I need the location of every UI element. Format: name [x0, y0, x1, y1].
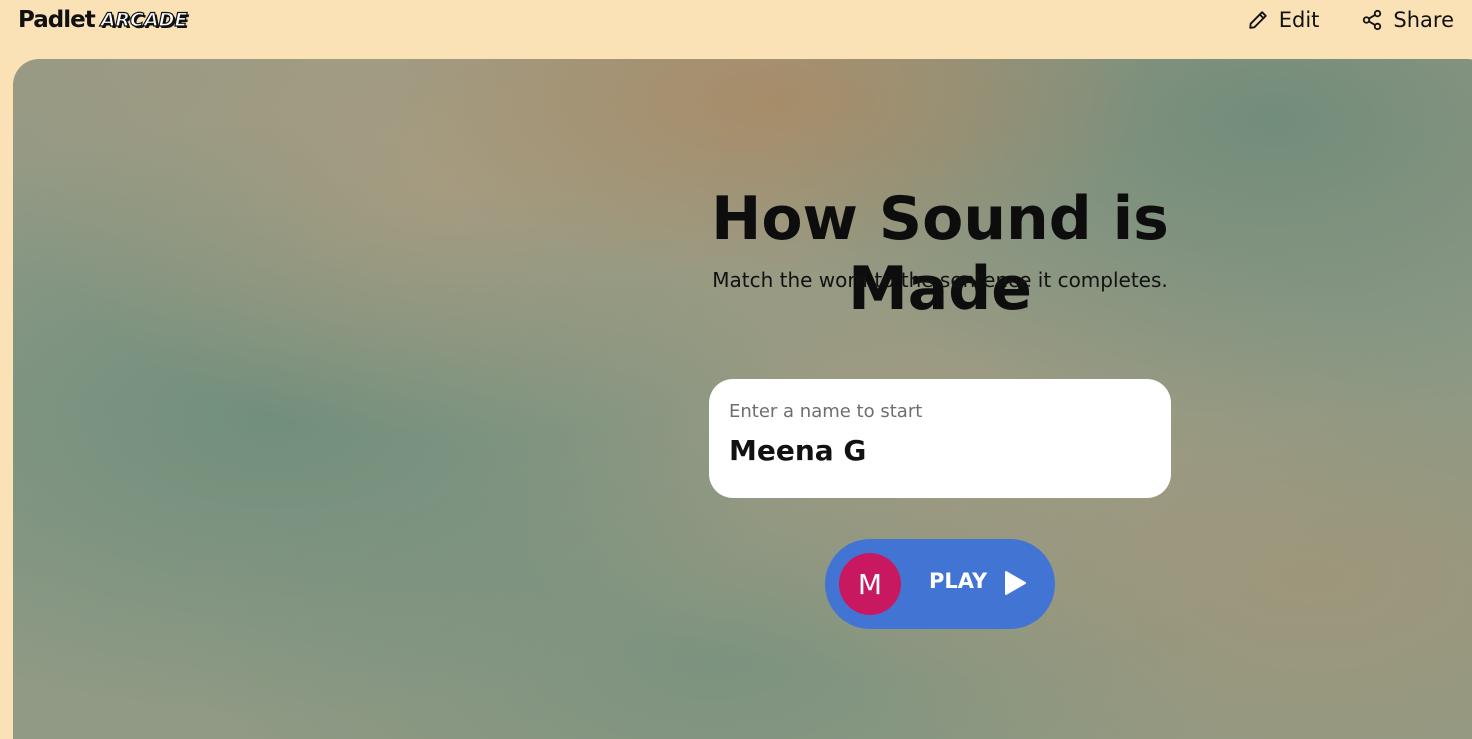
header-actions: Edit Share [1247, 5, 1454, 35]
top-bar: Padlet ARCADE Edit Share [0, 0, 1472, 58]
name-entry-card[interactable]: Enter a name to start [709, 379, 1171, 498]
name-input[interactable] [729, 434, 1151, 467]
share-button[interactable]: Share [1361, 8, 1454, 32]
logo-padlet-text: Padlet [18, 7, 96, 33]
game-title: How Sound is Made [711, 184, 1169, 324]
pencil-icon [1247, 9, 1269, 31]
edit-button[interactable]: Edit [1247, 8, 1320, 32]
logo-arcade-badge: ARCADE [100, 8, 188, 31]
play-button[interactable]: M PLAY [825, 539, 1055, 629]
play-label: PLAY [929, 569, 988, 593]
edit-label: Edit [1278, 8, 1320, 32]
share-label: Share [1393, 8, 1454, 32]
avatar: M [839, 553, 901, 615]
share-icon [1361, 9, 1383, 31]
play-triangle-icon [1003, 570, 1027, 600]
game-subtitle: Match the word to the sentence it comple… [712, 268, 1168, 292]
padlet-arcade-logo[interactable]: Padlet ARCADE [18, 5, 188, 35]
name-entry-label: Enter a name to start [729, 401, 923, 422]
